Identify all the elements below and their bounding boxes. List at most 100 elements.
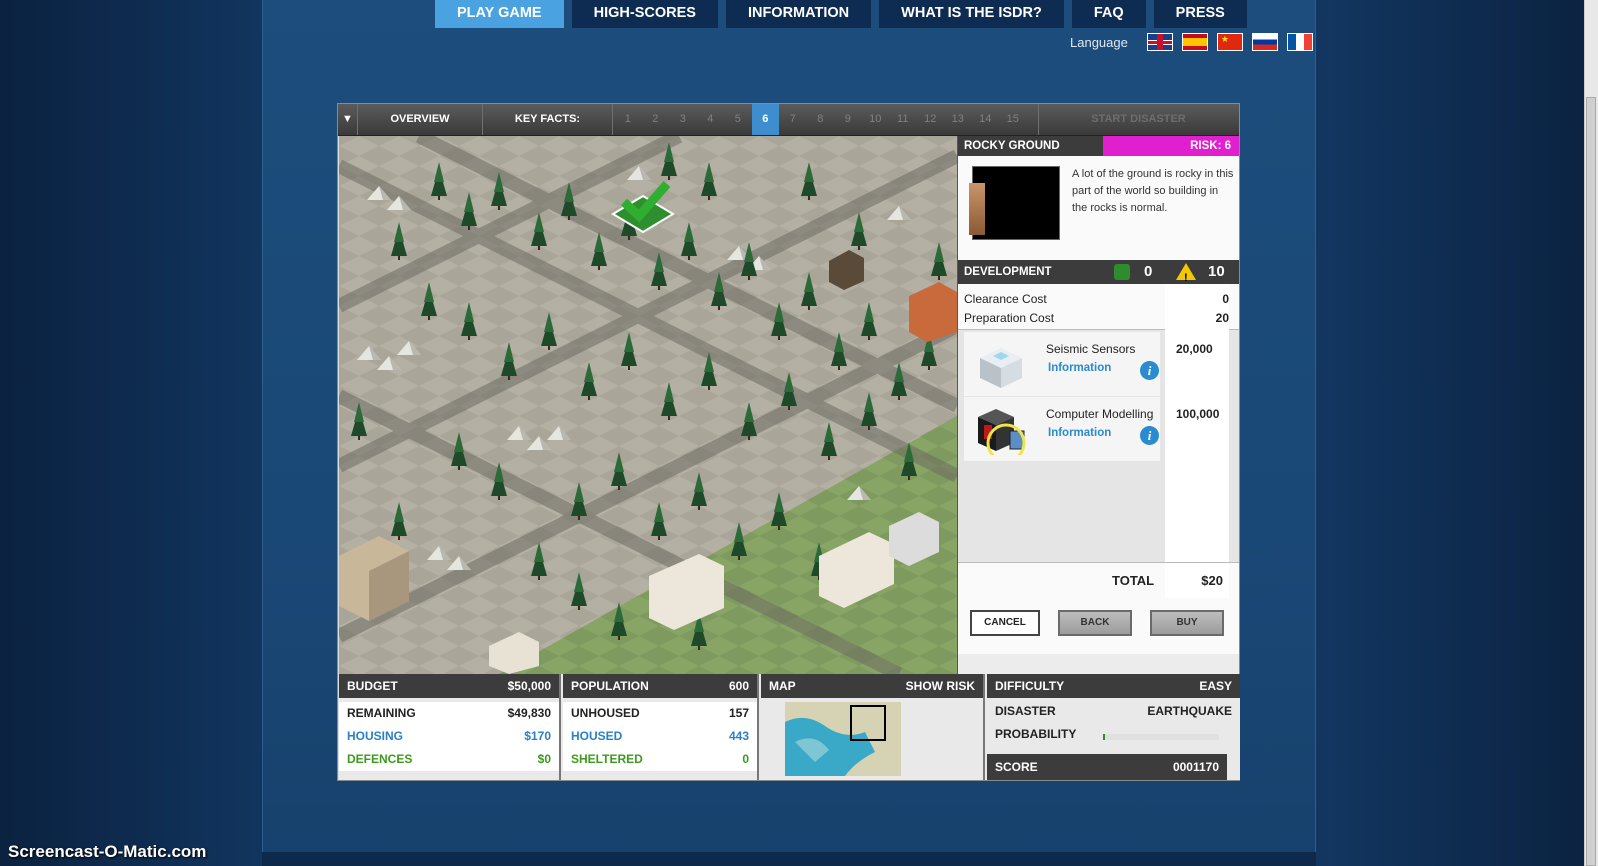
tile-description: A lot of the ground is rocky in this par… xyxy=(1072,168,1234,214)
difficulty-title: DIFFICULTY xyxy=(995,679,1065,693)
tab-information[interactable]: INFORMATION xyxy=(725,0,872,28)
clearance-cost-label: Clearance Cost xyxy=(964,292,1047,306)
total-value: $20 xyxy=(1165,563,1229,599)
development-warning-count: 10 xyxy=(1208,263,1225,280)
preparation-cost-label: Preparation Cost xyxy=(964,311,1055,325)
fact-7[interactable]: 7 xyxy=(779,104,807,135)
action-buttons: CANCEL BACK BUY xyxy=(958,598,1239,654)
fact-14[interactable]: 14 xyxy=(972,104,1000,135)
item-price: 20,000 xyxy=(1176,342,1213,356)
game-map-view[interactable] xyxy=(339,136,957,674)
fact-15[interactable]: 15 xyxy=(999,104,1027,135)
russia-flag-icon[interactable] xyxy=(1251,33,1278,51)
item-price: 100,000 xyxy=(1176,407,1220,421)
tile-description-box: A lot of the ground is rocky in this par… xyxy=(958,156,1239,260)
fact-2[interactable]: 2 xyxy=(642,104,670,135)
cancel-button[interactable]: CANCEL xyxy=(970,610,1040,636)
information-link[interactable]: Information xyxy=(1048,362,1111,374)
score-label: SCORE xyxy=(995,760,1038,774)
main-nav: PLAY GAME HIGH-SCORES INFORMATION WHAT I… xyxy=(435,0,1247,28)
warning-icon xyxy=(1176,263,1196,290)
rocky-ground-thumbnail xyxy=(969,166,1060,240)
probability-label: PROBABILITY xyxy=(995,727,1077,741)
population-total: 600 xyxy=(728,679,749,693)
disaster-value: EARTHQUAKE xyxy=(1147,704,1232,718)
spain-flag-icon[interactable] xyxy=(1181,33,1208,51)
computer-icon xyxy=(978,409,1026,455)
item-computer-modelling[interactable]: Computer Modelling Information i 100,000 xyxy=(964,397,1219,461)
toggle-menu-button[interactable]: ▼ xyxy=(338,104,358,135)
page-footer-band xyxy=(262,852,1316,866)
item-seismic-sensors[interactable]: Seismic Sensors Information i 20,000 xyxy=(964,332,1213,396)
remaining-label: REMAINING xyxy=(347,706,416,720)
people-icon xyxy=(1114,264,1130,280)
fact-13[interactable]: 13 xyxy=(944,104,972,135)
probability-bar xyxy=(1103,734,1219,740)
minimap[interactable] xyxy=(785,702,901,776)
defence-items-list: Seismic Sensors Information i 20,000 Com… xyxy=(958,330,1239,562)
china-flag-icon[interactable] xyxy=(1216,33,1243,51)
housing-label: HOUSING xyxy=(347,729,404,743)
info-icon[interactable]: i xyxy=(1140,426,1159,445)
screencast-watermark: Screencast-O-Matic.com xyxy=(8,842,207,861)
score-value: 0001170 xyxy=(1172,760,1219,774)
info-icon[interactable]: i xyxy=(1140,361,1159,380)
remaining-value: $49,830 xyxy=(507,706,551,720)
budget-panel: BUDGET $50,000 REMAINING $49,830 HOUSING $1… xyxy=(339,674,561,780)
overview-button[interactable]: OVERVIEW xyxy=(358,104,483,135)
clearance-cost-value: 0 xyxy=(1222,292,1229,306)
fact-3[interactable]: 3 xyxy=(669,104,697,135)
sheltered-label: SHELTERED xyxy=(571,752,643,766)
population-panel: POPULATION 600 UNHOUSED 157 HOUSED 443 SHEL… xyxy=(563,674,759,780)
back-button[interactable]: BACK xyxy=(1058,610,1132,636)
fact-6-current[interactable]: 6 xyxy=(751,104,779,135)
unhoused-value: 157 xyxy=(728,706,749,720)
tab-faq[interactable]: FAQ xyxy=(1071,0,1146,28)
cost-breakdown: Clearance Cost 0 Preparation Cost 20 xyxy=(958,284,1239,330)
item-name: Computer Modelling xyxy=(1046,407,1154,421)
fact-8[interactable]: 8 xyxy=(807,104,835,135)
fact-10[interactable]: 10 xyxy=(862,104,890,135)
budget-total: $50,000 xyxy=(507,679,551,693)
fact-12[interactable]: 12 xyxy=(917,104,945,135)
tile-header: ROCKY GROUND RISK: 6 xyxy=(958,136,1239,156)
development-header: DEVELOPMENT 0 10 xyxy=(958,260,1239,290)
fact-4[interactable]: 4 xyxy=(697,104,725,135)
tab-what-is-isdr[interactable]: WHAT IS THE ISDR? xyxy=(879,0,1064,28)
housing-value: $170 xyxy=(524,729,551,743)
budget-title: BUDGET xyxy=(347,679,398,693)
unhoused-label: UNHOUSED xyxy=(571,706,640,720)
map-title: MAP xyxy=(769,679,796,693)
fact-1[interactable]: 1 xyxy=(614,104,642,135)
housed-label: HOUSED xyxy=(571,729,623,743)
uk-flag-icon[interactable] xyxy=(1146,33,1173,51)
score-bar: SCORE 0001170 xyxy=(987,754,1227,780)
preparation-cost-value: 20 xyxy=(1215,311,1229,325)
fact-11[interactable]: 11 xyxy=(889,104,917,135)
total-row: TOTAL $20 xyxy=(958,562,1239,599)
item-name: Seismic Sensors xyxy=(1046,342,1136,356)
total-label: TOTAL xyxy=(1112,573,1155,588)
scrollbar-thumb[interactable] xyxy=(1586,97,1596,866)
buy-button[interactable]: BUY xyxy=(1150,610,1224,636)
france-flag-icon[interactable] xyxy=(1286,33,1313,51)
development-title: DEVELOPMENT xyxy=(964,266,1052,278)
start-disaster-button[interactable]: START DISASTER xyxy=(1038,104,1238,135)
tab-press[interactable]: PRESS xyxy=(1153,0,1247,28)
key-facts-label: KEY FACTS: xyxy=(483,104,613,135)
seismic-sensor-icon xyxy=(980,348,1022,388)
show-risk-toggle[interactable]: SHOW RISK xyxy=(906,674,975,698)
difficulty-value: EASY xyxy=(1199,679,1232,693)
tab-high-scores[interactable]: HIGH-SCORES xyxy=(571,0,718,28)
defences-label: DEFENCES xyxy=(347,752,413,766)
isometric-terrain xyxy=(339,136,957,674)
information-link[interactable]: Information xyxy=(1048,427,1111,439)
tile-title: ROCKY GROUND xyxy=(964,140,1060,152)
tab-play-game[interactable]: PLAY GAME xyxy=(435,0,564,28)
development-people-count: 0 xyxy=(1144,263,1153,280)
tile-info-panel: ROCKY GROUND RISK: 6 A lot of the ground… xyxy=(957,136,1239,674)
difficulty-panel: DIFFICULTY EASY DISASTER EARTHQUAKE PROBAB… xyxy=(987,674,1240,780)
fact-5[interactable]: 5 xyxy=(724,104,752,135)
housed-value: 443 xyxy=(728,729,749,743)
fact-9[interactable]: 9 xyxy=(834,104,862,135)
